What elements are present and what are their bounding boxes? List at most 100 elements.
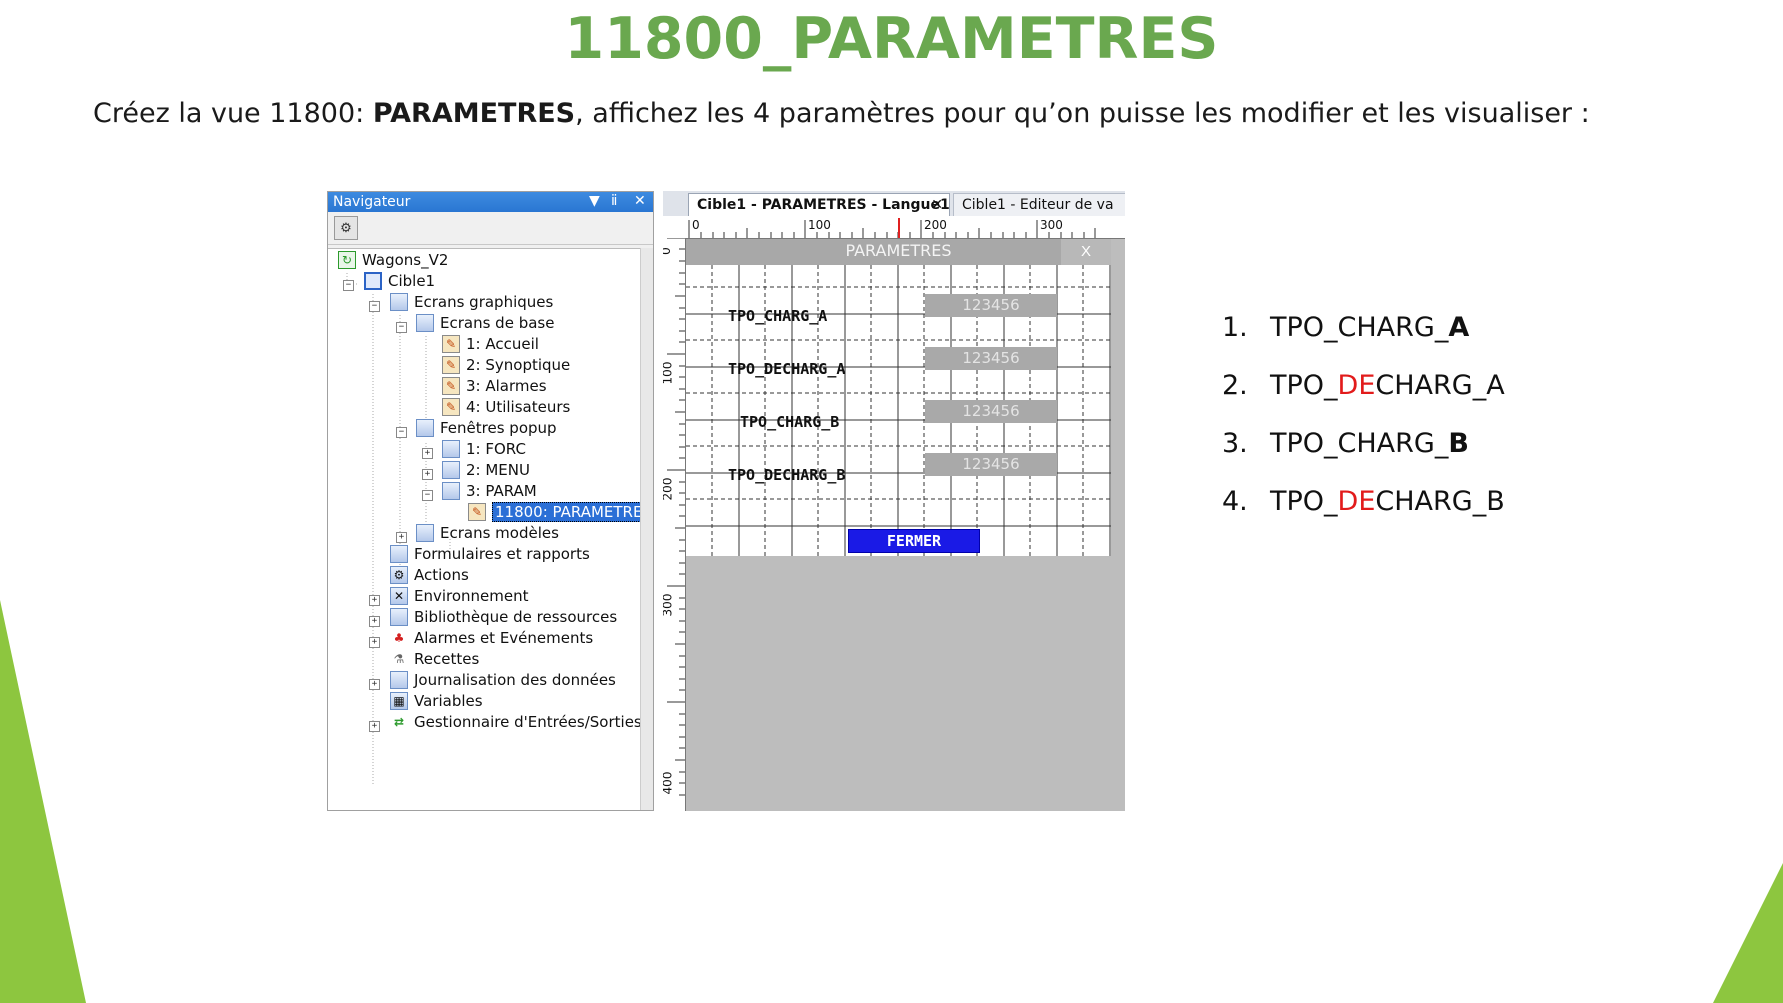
tree-item-screen[interactable]: ✎ 2: Synoptique (442, 354, 570, 376)
pin-icon[interactable]: ⅱ (611, 193, 617, 209)
tab-parametres[interactable]: Cible1 - PARAMETRES - Langue1 ✕ (688, 193, 950, 216)
param-value-field[interactable]: 123456 (925, 400, 1057, 423)
param-label: TPO_CHARG_A (728, 307, 828, 325)
screens-icon (390, 293, 408, 311)
popup-close-button[interactable]: X (1061, 239, 1111, 265)
actions-icon: ⚙ (390, 566, 408, 584)
close-icon[interactable]: ✕ (634, 193, 646, 209)
list-item: 2. TPO_ DE CHARG_A (1222, 369, 1505, 401)
tree-item-alarmes[interactable]: ♣ Alarmes et Evénements (390, 627, 594, 649)
green-triangle-decoration-right (1713, 863, 1783, 1003)
expand-icon[interactable]: + (369, 679, 380, 690)
tree-item-formulaires[interactable]: Formulaires et rapports (390, 543, 590, 565)
parameter-list: 1. TPO_CHARG_ A 2. TPO_ DE CHARG_A 3. TPO_CHAR… (1222, 298, 1505, 530)
tools-icon: ✕ (390, 587, 408, 605)
collapse-icon[interactable]: − (422, 490, 433, 501)
param-value-field[interactable]: 123456 (925, 453, 1057, 476)
subtitle-prefix: Créez la vue 11800: (93, 98, 373, 129)
popup-screen-preview[interactable]: PARAMETRES X TPO_CHARG_A 123456 TPO_DECH… (686, 239, 1111, 556)
expand-icon[interactable]: + (396, 532, 407, 543)
tree-item-variables[interactable]: ▦ Variables (390, 690, 483, 712)
tree-item-actions[interactable]: ⚙ Actions (390, 564, 469, 586)
ruler-label: 300 (663, 593, 675, 617)
tree-item-popup[interactable]: 3: PARAM (442, 480, 537, 502)
collapse-icon[interactable]: − (396, 322, 407, 333)
tree-item-ecrans-modeles[interactable]: Ecrans modèles (416, 522, 559, 544)
navigator-title: Navigateur (333, 194, 411, 210)
tree-item-screen[interactable]: ✎ 4: Utilisateurs (442, 396, 570, 418)
screens-icon (416, 314, 434, 332)
navigator-titlebar: Navigateur ▼ ⅱ ✕ (328, 192, 653, 212)
param-value-field[interactable]: 123456 (925, 294, 1057, 317)
tree-item-selected-screen[interactable]: ✎ 11800: PARAMETRES (468, 501, 653, 523)
fermer-button[interactable]: FERMER (848, 529, 980, 553)
ruler-label: 200 (663, 477, 675, 501)
ruler-label: 100 (663, 361, 675, 385)
collapse-icon[interactable]: − (343, 280, 354, 291)
expand-icon[interactable]: + (369, 637, 380, 648)
expand-icon[interactable]: + (369, 595, 380, 606)
project-icon: ↻ (338, 251, 356, 269)
vertical-ruler: 0 100 200 300 400 (663, 237, 686, 811)
tree-item-environnement[interactable]: ✕ Environnement (390, 585, 529, 607)
expand-icon[interactable]: + (369, 721, 380, 732)
screen-page-icon: ✎ (468, 503, 486, 521)
subtitle-bold: PARAMETRES (372, 98, 576, 129)
tree-item-journalisation[interactable]: Journalisation des données (390, 669, 616, 691)
expand-icon[interactable]: + (422, 448, 433, 459)
popup-icon (442, 461, 460, 479)
tree-item-io-manager[interactable]: ⇄ Gestionnaire d'Entrées/Sorties (390, 711, 642, 733)
screen-page-icon: ✎ (442, 335, 460, 353)
expand-icon[interactable]: + (369, 616, 380, 627)
navigator-scrollbar[interactable] (640, 248, 653, 810)
expand-icon[interactable]: + (422, 469, 433, 480)
tab-variable-editor[interactable]: Cible1 - Editeur de va (953, 193, 1125, 216)
navigator-panel: Navigateur ▼ ⅱ ✕ ⚙ ↻ Wagons_V2 − Cible1 −… (327, 191, 654, 811)
slide-subtitle: Créez la vue 11800: PARAMETRES, affichez… (93, 98, 1590, 129)
screen-page-icon: ✎ (442, 377, 460, 395)
tree-item-project[interactable]: ↻ Wagons_V2 (338, 249, 448, 271)
ruler-label: 400 (663, 771, 675, 795)
tree-item-recettes[interactable]: ⚗ Recettes (390, 648, 480, 670)
ruler-label: 0 (692, 218, 700, 232)
tab-close-icon[interactable]: ✕ (931, 197, 943, 213)
project-tree: ↻ Wagons_V2 − Cible1 − Ecrans graphiques … (328, 248, 653, 810)
list-item: 4. TPO_ DE CHARG_B (1222, 485, 1505, 517)
ruler-ticks (667, 237, 685, 796)
popup-icon (442, 440, 460, 458)
tree-item-target[interactable]: Cible1 (364, 270, 435, 292)
dropdown-icon[interactable]: ▼ (589, 193, 600, 209)
tree-item-ecrans-graphiques[interactable]: Ecrans graphiques (390, 291, 553, 313)
tree-item-screen[interactable]: ✎ 1: Accueil (442, 333, 539, 355)
subtitle-suffix: , affichez les 4 paramètres pour qu’on p… (575, 98, 1590, 129)
target-icon (364, 272, 382, 290)
screen-page-icon: ✎ (442, 356, 460, 374)
param-label: TPO_DECHARG_A (728, 360, 846, 378)
param-label: TPO_DECHARG_B (728, 466, 846, 484)
navigator-toolbar: ⚙ (328, 212, 653, 245)
logging-icon (390, 671, 408, 689)
slide-title: 11800_PARAMETRES (564, 6, 1219, 72)
param-label: TPO_CHARG_B (740, 413, 840, 431)
collapse-icon[interactable]: − (369, 301, 380, 312)
green-triangle-decoration-left (0, 600, 86, 1003)
list-item: 1. TPO_CHARG_ A (1222, 311, 1470, 343)
alarm-bell-icon: ♣ (393, 631, 405, 645)
list-item: 3. TPO_CHARG_ B (1222, 427, 1469, 459)
tree-item-popup[interactable]: 2: MENU (442, 459, 530, 481)
editor-tabs: Cible1 - PARAMETRES - Langue1 ✕ Cible1 -… (663, 191, 1125, 217)
variables-table-icon: ▦ (390, 692, 408, 710)
ruler-label: 100 (808, 218, 831, 232)
popup-title-bar: PARAMETRES (686, 239, 1111, 265)
collapse-icon[interactable]: − (396, 427, 407, 438)
tree-item-bibliotheque[interactable]: Bibliothèque de ressources (390, 606, 617, 628)
tree-item-ecrans-de-base[interactable]: Ecrans de base (416, 312, 554, 334)
param-value-field[interactable]: 123456 (925, 347, 1057, 370)
tree-item-popup[interactable]: 1: FORC (442, 438, 526, 460)
ruler-label: 0 (663, 247, 673, 255)
properties-icon[interactable]: ⚙ (334, 216, 358, 240)
tree-item-screen[interactable]: ✎ 3: Alarmes (442, 375, 547, 397)
tree-item-fenetres-popup[interactable]: Fenêtres popup (416, 417, 557, 439)
editor-grid (686, 265, 1111, 556)
forms-icon (390, 545, 408, 563)
